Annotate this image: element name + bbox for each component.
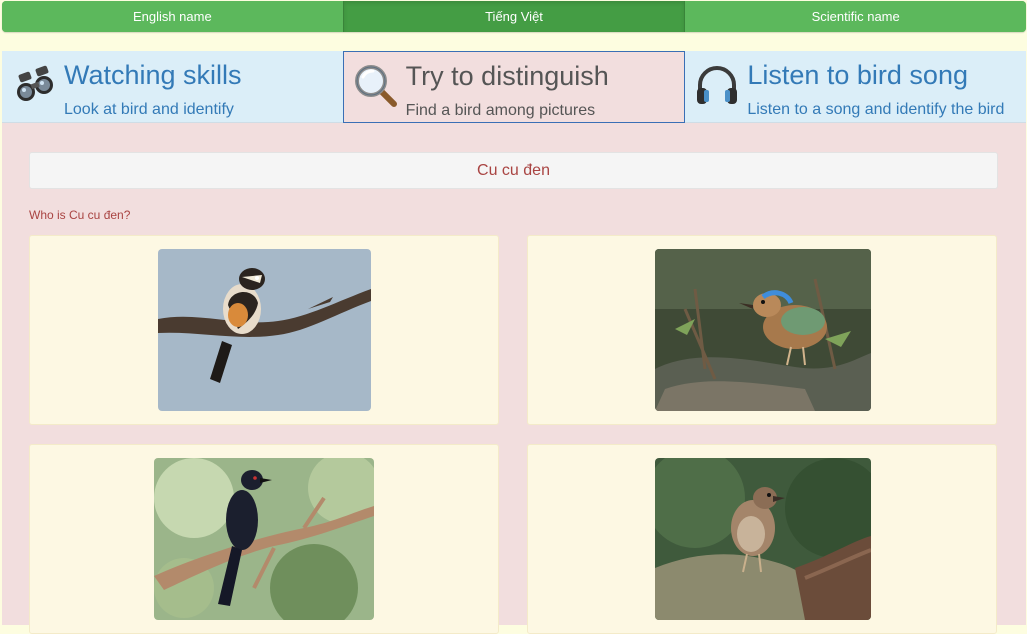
binoculars-icon: [17, 65, 53, 101]
mode-subtitle: Listen to a song and identify the bird: [747, 101, 1005, 118]
mode-watching-skills[interactable]: Watching skills Look at bird and identif…: [2, 51, 343, 123]
answer-option-2[interactable]: [527, 235, 997, 425]
bird-photo: [655, 249, 871, 411]
answer-option-3[interactable]: [29, 444, 499, 634]
answer-option-1[interactable]: [29, 235, 499, 425]
answer-option-4[interactable]: [527, 444, 997, 634]
bird-photo: [158, 249, 371, 411]
mode-listen-to-bird-song[interactable]: Listen to bird song Listen to a song and…: [685, 51, 1027, 123]
mode-title: Try to distinguish: [405, 61, 609, 91]
target-bird-name: Cu cu đen: [29, 152, 998, 189]
mode-tabs: Watching skills Look at bird and identif…: [2, 51, 1027, 123]
mode-title: Watching skills: [64, 60, 242, 90]
quiz-question: Who is Cu cu đen?: [29, 208, 131, 222]
mode-subtitle: Find a bird among pictures: [405, 102, 596, 119]
language-english-button[interactable]: English name: [2, 1, 343, 32]
language-scientific-button[interactable]: Scientific name: [685, 1, 1026, 32]
quiz-panel: Cu cu đen Who is Cu cu đen?: [2, 123, 1026, 634]
mode-subtitle: Look at bird and identify: [64, 101, 234, 118]
mode-try-to-distinguish[interactable]: Try to distinguish Find a bird among pic…: [342, 51, 686, 123]
bird-photo: [655, 458, 871, 620]
magnifier-icon: [354, 65, 397, 107]
bird-photo: [154, 458, 374, 620]
headphones-icon: [697, 66, 738, 104]
language-bar: English name Tiếng Việt Scientific name: [2, 1, 1026, 32]
language-vietnamese-button[interactable]: Tiếng Việt: [342, 1, 686, 32]
mode-title: Listen to bird song: [747, 60, 968, 90]
